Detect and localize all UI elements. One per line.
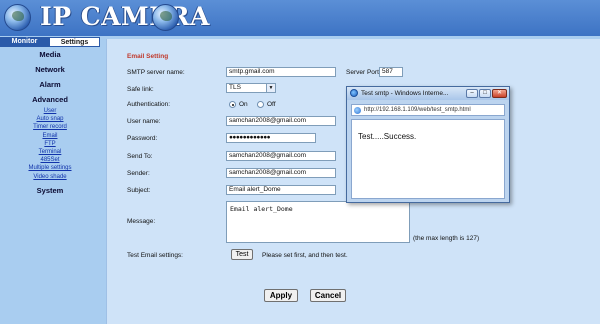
message-label: Message: — [127, 218, 156, 225]
sidebar-subitem-terminal[interactable]: Terminal — [0, 148, 100, 156]
sidebar-subitem-multiple-settings[interactable]: Multiple settings — [0, 164, 100, 172]
server-port-input[interactable]: 587 — [379, 67, 403, 77]
close-icon[interactable]: ✕ — [492, 89, 507, 98]
popup-url: http://192.168.1.109/web/test_smtp.html — [364, 107, 471, 113]
sidebar-subitem-timer-record[interactable]: Timer record — [0, 123, 100, 131]
safe-link-label: Safe link: — [127, 86, 154, 93]
minimize-button[interactable]: – — [466, 89, 478, 98]
popup-message: Test.....Success. — [358, 132, 417, 141]
app-header: IP CAMERA — [0, 0, 600, 36]
section-title: Email Setting — [127, 53, 169, 60]
cancel-button[interactable]: Cancel — [310, 289, 346, 302]
auth-off-label: Off — [267, 101, 276, 108]
username-input[interactable]: samchan2008@gmail.com — [226, 116, 336, 126]
sender-input[interactable]: samchan2008@gmail.com — [226, 168, 336, 178]
sidebar-subitem-485set[interactable]: 485Set — [0, 156, 100, 164]
test-smtp-popup-window: Test smtp - Windows Interne... – □ ✕ htt… — [346, 86, 510, 203]
auth-on-label: On — [239, 101, 248, 108]
subject-label: Subject: — [127, 187, 151, 194]
max-length-note: (the max length is 127) — [413, 235, 480, 242]
sidebar-item-system[interactable]: System — [0, 183, 100, 198]
send-to-label: Send To: — [127, 153, 153, 160]
password-label: Password: — [127, 135, 158, 142]
username-label: User name: — [127, 118, 161, 125]
sidebar-subitem-auto-snap[interactable]: Auto snap — [0, 115, 100, 123]
test-hint: Please set first, and then test. — [262, 252, 348, 259]
popup-address-bar[interactable]: http://192.168.1.109/web/test_smtp.html — [351, 104, 505, 116]
sender-label: Sender: — [127, 170, 150, 177]
auth-on-radio[interactable] — [229, 101, 236, 108]
sidebar-subitem-user[interactable]: User — [0, 107, 100, 115]
message-textarea[interactable]: Email alert_Dome — [226, 201, 410, 243]
popup-title-bar[interactable]: Test smtp - Windows Interne... – □ ✕ — [347, 87, 509, 100]
safe-link-value: TLS — [229, 84, 241, 91]
test-email-label: Test Email settings: — [127, 252, 183, 259]
maximize-button[interactable]: □ — [479, 89, 491, 98]
server-port-label: Server Port — [346, 69, 379, 76]
send-to-input[interactable]: samchan2008@gmail.com — [226, 151, 336, 161]
top-tabs: Monitor Settings — [0, 37, 100, 47]
sidebar-item-network[interactable]: Network — [0, 62, 100, 77]
sidebar-item-alarm[interactable]: Alarm — [0, 77, 100, 92]
authentication-label: Authentication: — [127, 101, 171, 108]
password-input[interactable]: ●●●●●●●●●●●● — [226, 133, 316, 143]
internet-explorer-icon — [350, 89, 358, 97]
sidebar-subitem-video-shade[interactable]: Video shade — [0, 173, 100, 181]
safe-link-select[interactable]: TLS ▼ — [226, 83, 276, 93]
globe-logo-icon — [152, 4, 179, 31]
chevron-down-icon[interactable]: ▼ — [266, 84, 275, 92]
subject-input[interactable]: Email alert_Dome — [226, 185, 336, 195]
tab-settings[interactable]: Settings — [49, 37, 100, 47]
globe-logo-icon — [4, 4, 31, 31]
popup-content: Test.....Success. — [351, 119, 505, 199]
sidebar-item-media[interactable]: Media — [0, 47, 100, 62]
auth-off-radio[interactable] — [257, 101, 264, 108]
apply-button[interactable]: Apply — [264, 289, 298, 302]
settings-sidebar: Media Network Alarm Advanced User Auto s… — [0, 47, 100, 324]
page-icon — [354, 106, 361, 114]
tab-monitor[interactable]: Monitor — [0, 37, 49, 47]
smtp-label: SMTP server name: — [127, 69, 185, 76]
test-button[interactable]: Test — [231, 249, 253, 260]
sidebar-subitem-ftp[interactable]: FTP — [0, 140, 100, 148]
popup-title: Test smtp - Windows Interne... — [361, 90, 449, 97]
sidebar-subitem-email[interactable]: Email — [0, 132, 100, 140]
brand-title: IP CAMERA — [40, 2, 210, 31]
sidebar-item-advanced[interactable]: Advanced — [0, 92, 100, 107]
smtp-server-input[interactable]: smtp.gmail.com — [226, 67, 336, 77]
